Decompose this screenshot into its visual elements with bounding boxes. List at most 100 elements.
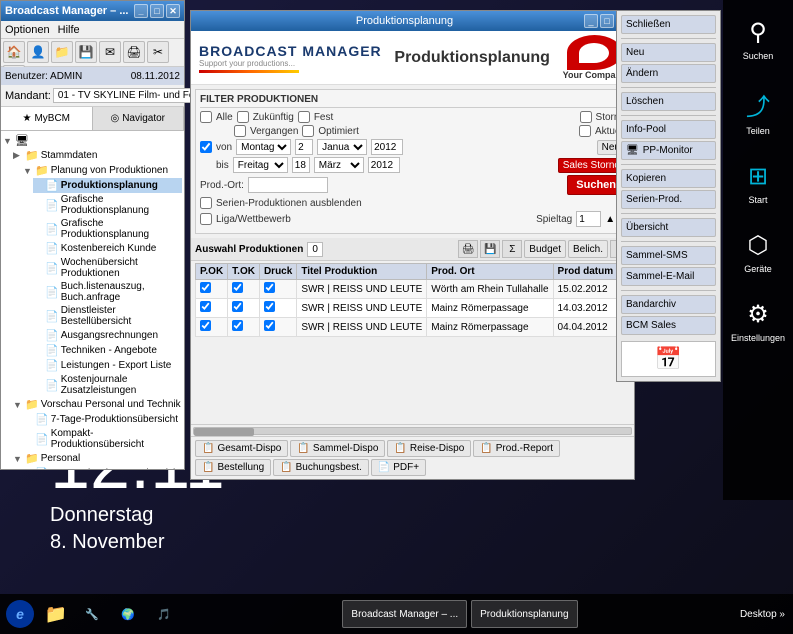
- tree-item-dienstleister[interactable]: 📄 Dienstleister Bestellübersicht: [33, 304, 182, 328]
- toolbar-icon-3[interactable]: 📁: [51, 41, 73, 63]
- btn-schliessen[interactable]: Schließen: [621, 15, 716, 34]
- btn-ubersicht[interactable]: Übersicht: [621, 218, 716, 237]
- cb-liga[interactable]: [200, 213, 212, 225]
- toolbar-icon-6[interactable]: 🖨: [123, 41, 145, 63]
- btn-buchungsbest[interactable]: 📋 Buchungsbest.: [273, 459, 369, 476]
- cb-serien[interactable]: [200, 197, 212, 209]
- tree-item-personal[interactable]: ▼ 📁 Personal: [13, 451, 182, 466]
- toolbar-icon-1[interactable]: 🏠: [3, 41, 25, 63]
- btn-prod-report[interactable]: 📋 Prod.-Report: [473, 440, 560, 457]
- btn-neu[interactable]: Neu: [621, 43, 716, 62]
- auswahl-icon-sigma[interactable]: Σ: [502, 240, 522, 258]
- btn-sales-storno[interactable]: Sales Storno: [558, 158, 625, 173]
- cb-druck-1[interactable]: [264, 301, 275, 312]
- tree-item-stammdaten[interactable]: ▶ 📁 Stammdaten: [13, 148, 182, 163]
- to-date-input[interactable]: [292, 157, 310, 173]
- btn-reise-dispo[interactable]: 📋 Reise-Dispo: [387, 440, 471, 457]
- btn-bcm-sales[interactable]: BCM Sales: [621, 316, 716, 335]
- tree-item-wochenuber[interactable]: 📄 Wochenübersicht Produktionen: [33, 256, 182, 280]
- cb-tok-1[interactable]: [232, 301, 243, 312]
- cb-storno[interactable]: [580, 111, 592, 123]
- charm-devices[interactable]: ⬡ Geräte: [728, 223, 788, 282]
- taskbar-icon-3[interactable]: 🔧: [76, 598, 108, 630]
- btn-pp-monitor[interactable]: 🖥 PP-Monitor: [621, 141, 716, 160]
- cb-aktuell[interactable]: [579, 125, 591, 137]
- to-month-select[interactable]: März: [314, 157, 364, 173]
- cb-from-enabled[interactable]: [200, 141, 212, 153]
- prod-ort-input[interactable]: [248, 177, 328, 193]
- btn-sammel-email[interactable]: Sammel-E-Mail: [621, 267, 716, 286]
- from-day-select[interactable]: Montag: [236, 139, 291, 155]
- table-row[interactable]: SWR | REISS UND LEUTE Mainz Römerpassage…: [196, 299, 631, 318]
- toolbar-icon-5[interactable]: ✉: [99, 41, 121, 63]
- toolbar-icon-4[interactable]: 💾: [75, 41, 97, 63]
- from-date-input[interactable]: [295, 139, 313, 155]
- cb-tok-2[interactable]: [232, 320, 243, 331]
- cb-vergangen[interactable]: [234, 125, 246, 137]
- btn-bestellung[interactable]: 📋 Bestellung: [195, 459, 271, 476]
- tree-item-leistungen[interactable]: 📄 Leistungen - Export Liste: [33, 358, 182, 373]
- auswahl-icon-print[interactable]: 🖨: [458, 240, 478, 258]
- btn-belich[interactable]: Belich.: [568, 240, 608, 258]
- from-year-input[interactable]: [371, 139, 403, 155]
- bm-maximize-button[interactable]: □: [150, 4, 164, 18]
- btn-budget[interactable]: Budget: [524, 240, 566, 258]
- auswahl-icon-save[interactable]: 💾: [480, 240, 500, 258]
- spieltag-input[interactable]: [576, 211, 601, 227]
- from-month-select[interactable]: Januar: [317, 139, 367, 155]
- cb-tok-0[interactable]: [232, 282, 243, 293]
- btn-bandarchiv[interactable]: Bandarchiv: [621, 295, 716, 314]
- btn-pdf[interactable]: 📄 PDF+: [371, 459, 426, 476]
- toolbar-icon-2[interactable]: 👤: [27, 41, 49, 63]
- btn-andern[interactable]: Ändern: [621, 64, 716, 83]
- bm-close-button[interactable]: ✕: [166, 4, 180, 18]
- toolbar-icon-7[interactable]: ✂: [147, 41, 169, 63]
- taskbar-icon-5[interactable]: 🎵: [148, 598, 180, 630]
- h-scrollbar[interactable]: [191, 424, 634, 436]
- tree-item-7tage[interactable]: 📄 7-Tage-Produktionsübersicht: [23, 412, 182, 427]
- btn-serien-prod[interactable]: Serien-Prod.: [621, 190, 716, 209]
- tree-item-ausgangsrech[interactable]: 📄 Ausgangsrechnungen: [33, 328, 182, 343]
- table-row[interactable]: SWR | REISS UND LEUTE Wörth am Rhein Tul…: [196, 280, 631, 299]
- bm-menu-optionen[interactable]: Optionen: [5, 24, 50, 36]
- tree-item-planung[interactable]: ▼ 📁 Planung von Produktionen: [23, 163, 182, 178]
- tree-item-buchliste[interactable]: 📄 Buch.listenauszug, Buch.anfrage: [33, 280, 182, 304]
- cb-fest[interactable]: [298, 111, 310, 123]
- cb-alle[interactable]: [200, 111, 212, 123]
- btn-info-pool[interactable]: Info-Pool: [621, 120, 716, 139]
- taskbar-app-pp[interactable]: Produktionsplanung: [471, 600, 577, 628]
- to-year-input[interactable]: [368, 157, 400, 173]
- table-row[interactable]: SWR | REISS UND LEUTE Mainz Römerpassage…: [196, 318, 631, 337]
- charm-start[interactable]: ⊞ Start: [728, 154, 788, 213]
- pp-maximize-button[interactable]: □: [600, 14, 614, 28]
- cb-druck-2[interactable]: [264, 320, 275, 331]
- charm-share[interactable]: ⤴ Teilen: [728, 79, 788, 144]
- tree-item-kostenjournale[interactable]: 📄 Kostenjournale Zusatzleistungen: [33, 373, 182, 397]
- bm-minimize-button[interactable]: _: [134, 4, 148, 18]
- btn-sammel-dispo[interactable]: 📋 Sammel-Dispo: [290, 440, 385, 457]
- tree-item-vorschau[interactable]: ▼ 📁 Vorschau Personal und Technik: [13, 397, 182, 412]
- charm-settings[interactable]: ⚙ Einstellungen: [728, 292, 788, 351]
- tab-navigator[interactable]: ◎ Navigator: [93, 107, 185, 130]
- cb-pok-1[interactable]: [200, 301, 211, 312]
- cb-optimiert[interactable]: [302, 125, 314, 137]
- tree-item-personal-planung[interactable]: 📄 Personal - Planungsübersicht: [23, 466, 182, 469]
- taskbar-icon-4[interactable]: 🌍: [112, 598, 144, 630]
- cb-pok-0[interactable]: [200, 282, 211, 293]
- btn-sammel-sms[interactable]: Sammel-SMS: [621, 246, 716, 265]
- charm-search[interactable]: ⚲ Suchen: [728, 10, 788, 69]
- tree-item-grafische1[interactable]: 📄 Grafische Produktionsplanung: [33, 193, 182, 217]
- cb-druck-0[interactable]: [264, 282, 275, 293]
- tree-item-grafische2[interactable]: 📄 Grafische Produktionsplanung: [33, 217, 182, 241]
- bm-menu-hilfe[interactable]: Hilfe: [58, 24, 80, 36]
- tree-item-kostenbereich[interactable]: 📄 Kostenbereich Kunde: [33, 241, 182, 256]
- taskbar-folder-icon[interactable]: 📁: [40, 598, 72, 630]
- taskbar-ie-icon[interactable]: e: [4, 598, 36, 630]
- tree-item-techniken[interactable]: 📄 Techniken - Angebote: [33, 343, 182, 358]
- pp-minimize-button[interactable]: _: [584, 14, 598, 28]
- taskbar-app-bm[interactable]: Broadcast Manager – ...: [342, 600, 467, 628]
- btn-loschen[interactable]: Löschen: [621, 92, 716, 111]
- cb-pok-2[interactable]: [200, 320, 211, 331]
- h-scrollbar-thumb[interactable]: [194, 428, 254, 436]
- tree-item-produktionsplanung[interactable]: 📄 Produktionsplanung: [33, 178, 182, 193]
